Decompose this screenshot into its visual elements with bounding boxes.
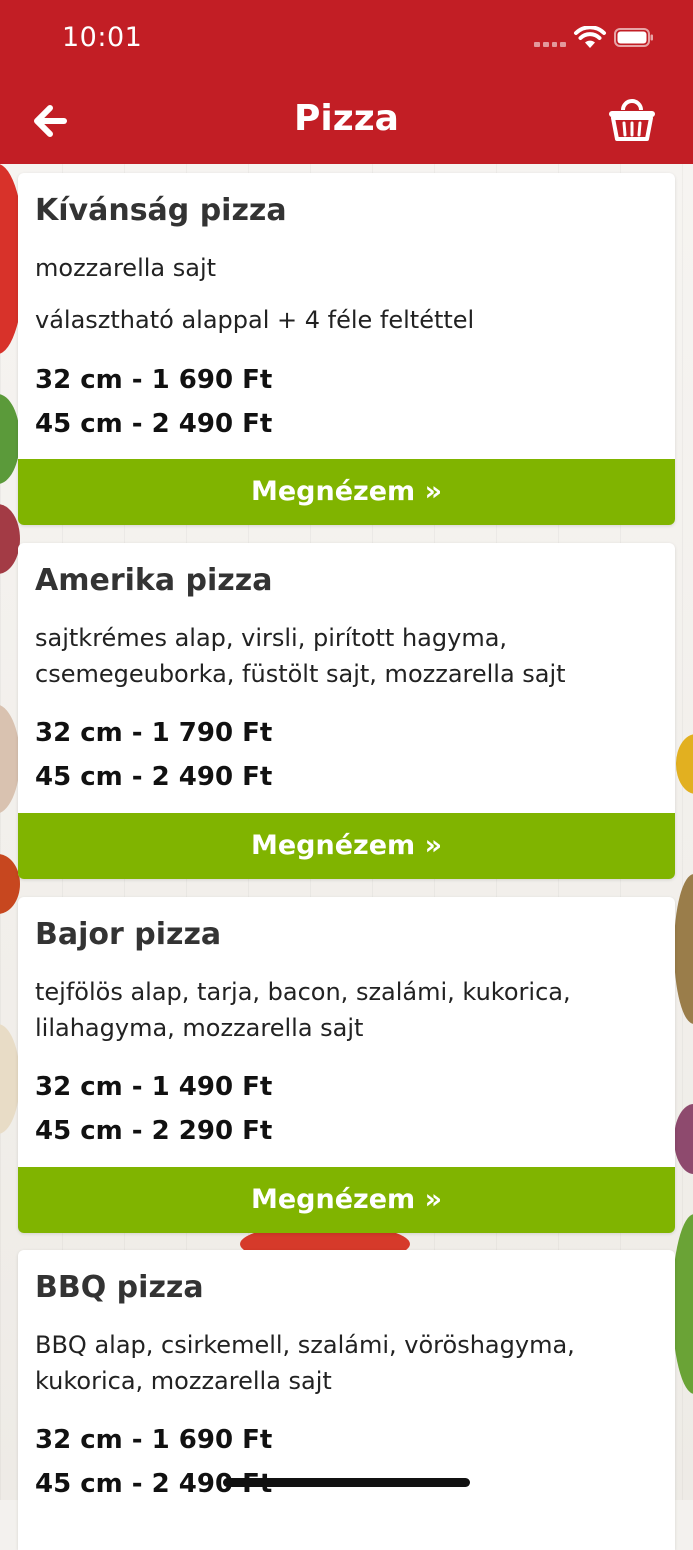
product-name: Kívánság pizza: [35, 193, 287, 228]
product-card: Bajor pizza tejfölös alap, tarja, bacon,…: [18, 897, 675, 1233]
view-button[interactable]: Megnézem »: [18, 459, 675, 525]
wifi-icon: [574, 26, 606, 48]
product-description: mozzarella sajt választható alappal + 4 …: [35, 250, 655, 338]
yellow-tomato-decoration: [676, 734, 693, 794]
chili-decoration: [0, 854, 20, 914]
cellular-signal-icon: [534, 42, 566, 47]
product-description: sajtkrémes alap, virsli, pirított hagyma…: [35, 624, 566, 688]
description-line: mozzarella sajt: [35, 254, 217, 282]
lettuce-decoration: [0, 394, 20, 484]
product-description: tejfölös alap, tarja, bacon, szalámi, ku…: [35, 978, 571, 1042]
herb-decoration: [672, 1214, 693, 1394]
price-32cm: 32 cm - 1 790 Ft: [35, 718, 273, 748]
price-45cm: 45 cm - 2 290 Ft: [35, 1116, 273, 1146]
product-card: Kívánság pizza mozzarella sajt választha…: [18, 173, 675, 525]
product-name: Bajor pizza: [35, 917, 222, 952]
description-line: választható alappal + 4 féle feltéttel: [35, 306, 475, 334]
battery-icon: [614, 28, 653, 47]
peppercorn-decoration: [674, 874, 693, 1024]
status-time: 10:01: [62, 22, 143, 53]
page-title: Pizza: [294, 98, 399, 139]
meat-decoration: [0, 504, 20, 574]
salt-bowl-decoration: [0, 704, 20, 814]
onion-decoration: [674, 1104, 693, 1174]
view-button[interactable]: Megnézem »: [18, 813, 675, 879]
garlic-decoration: [0, 1024, 20, 1134]
product-description: BBQ alap, csirkemell, szalámi, vöröshagy…: [35, 1331, 575, 1395]
product-card: BBQ pizza BBQ alap, csirkemell, szalámi,…: [18, 1250, 675, 1550]
view-button[interactable]: Megnézem »: [18, 1167, 675, 1233]
product-name: Amerika pizza: [35, 563, 273, 598]
product-name: BBQ pizza: [35, 1270, 204, 1305]
price-32cm: 32 cm - 1 690 Ft: [35, 1425, 273, 1455]
price-45cm: 45 cm - 2 490 Ft: [35, 409, 273, 439]
header-bar: 10:01 Pizza: [0, 0, 693, 164]
product-card: Amerika pizza sajtkrémes alap, virsli, p…: [18, 543, 675, 879]
price-45cm: 45 cm - 2 490 Ft: [35, 762, 273, 792]
basket-icon[interactable]: [606, 96, 658, 144]
price-32cm: 32 cm - 1 690 Ft: [35, 365, 273, 395]
price-32cm: 32 cm - 1 490 Ft: [35, 1072, 273, 1102]
home-indicator[interactable]: [223, 1478, 470, 1487]
